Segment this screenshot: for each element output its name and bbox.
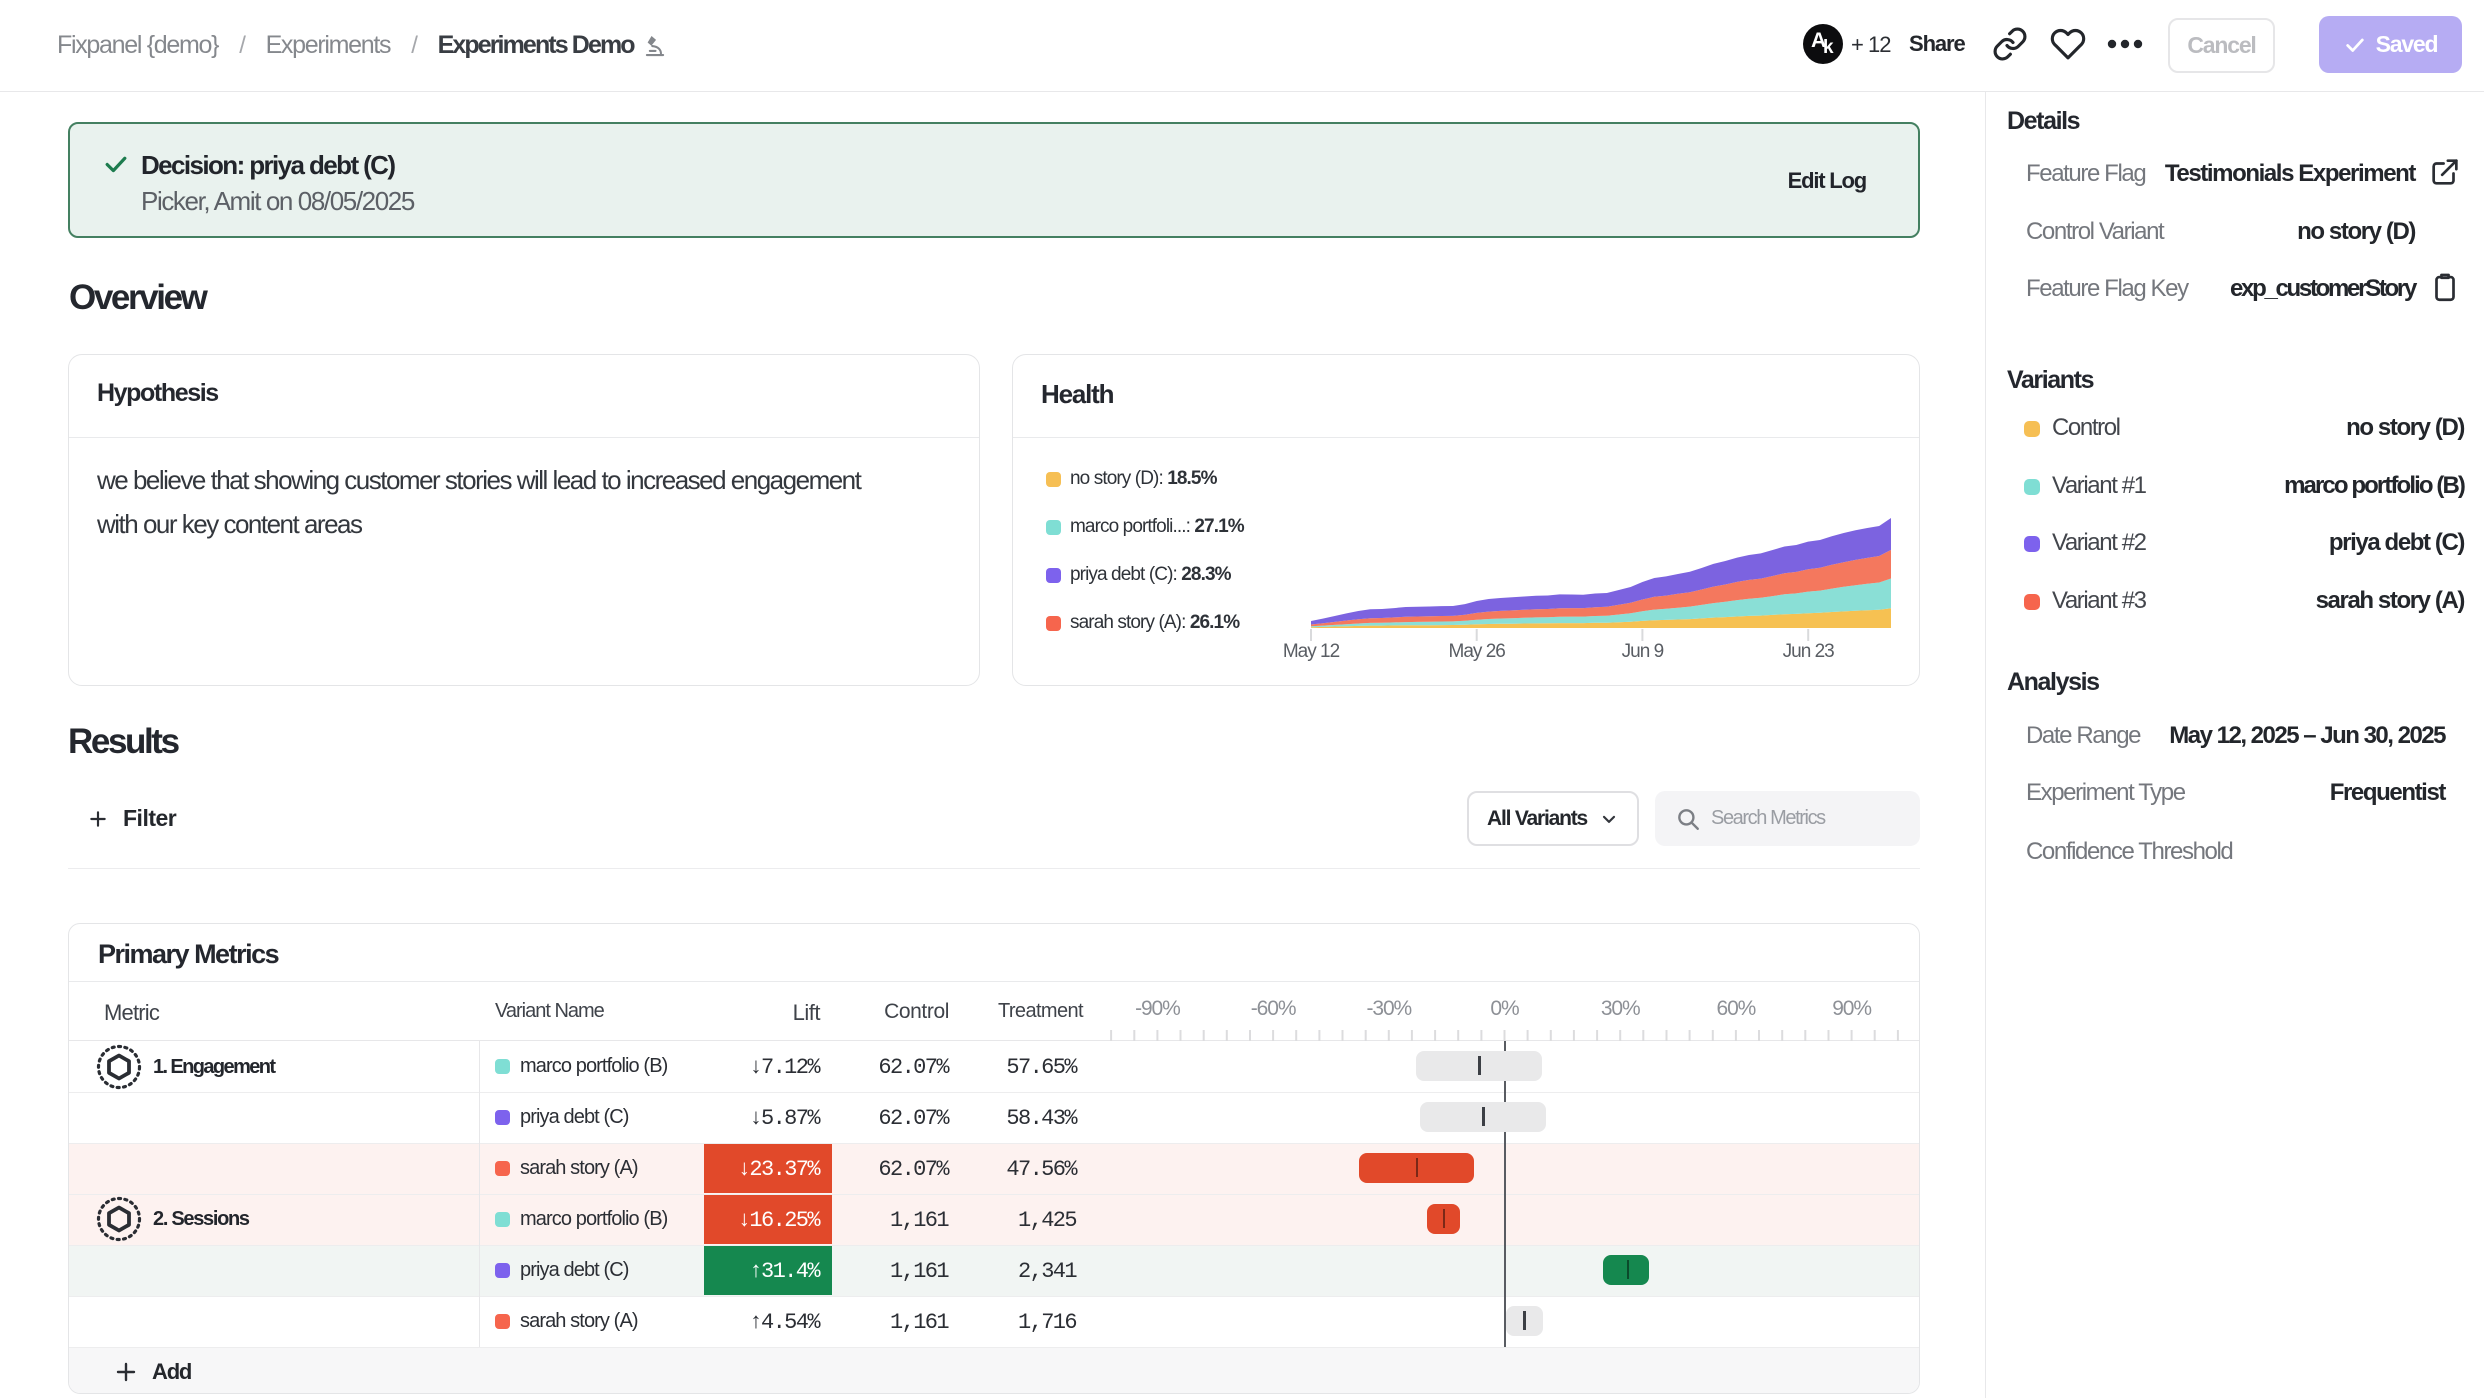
svg-text:Jun 9: Jun 9	[1622, 641, 1664, 662]
svg-text:May 12: May 12	[1283, 641, 1340, 662]
svg-text:Jun 23: Jun 23	[1783, 641, 1834, 662]
svg-text:May 26: May 26	[1449, 641, 1506, 662]
